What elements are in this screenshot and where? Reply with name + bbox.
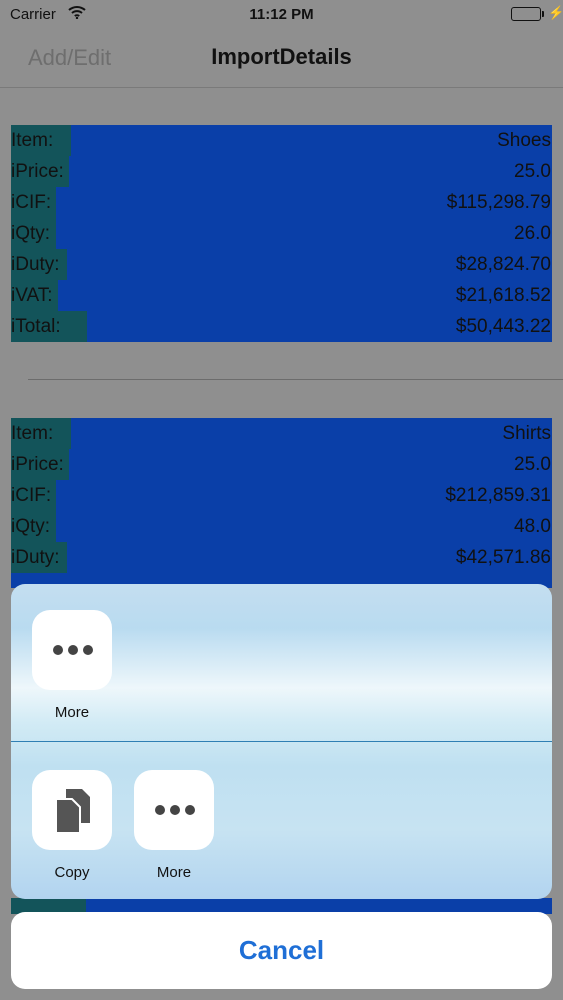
copy-icon: [55, 789, 90, 834]
record-row: iCIF: $212,859.31: [11, 480, 552, 511]
action-label: More: [54, 704, 90, 721]
record-separator: [28, 379, 563, 380]
row-value: 25.0: [514, 454, 551, 475]
row-value: $42,571.86: [455, 547, 551, 568]
row-label: iDuty:: [11, 542, 67, 573]
battery-icon: [511, 7, 541, 21]
cancel-button[interactable]: Cancel: [11, 912, 552, 989]
row-label: iCIF:: [11, 480, 56, 511]
record-row: iDuty: $42,571.86: [11, 542, 552, 573]
row-value: Shoes: [497, 130, 551, 151]
copy-tile[interactable]: [32, 770, 112, 850]
row-label: iPrice:: [11, 156, 69, 187]
row-value: 25.0: [514, 161, 551, 182]
status-bar: Carrier 11:12 PM ⚡: [0, 0, 563, 30]
row-value: $28,824.70: [455, 254, 551, 275]
row-value: $21,618.52: [455, 285, 551, 306]
row-label: iPrice:: [11, 449, 69, 480]
row-label: iDuty:: [11, 249, 67, 280]
action-label: Copy: [54, 864, 90, 881]
row-label: Item:: [11, 125, 71, 156]
status-time: 11:12 PM: [249, 6, 314, 23]
page-title: ImportDetails: [211, 44, 352, 69]
record-row: iQty: 48.0: [11, 511, 552, 542]
import-record-card[interactable]: Item: Shoes iPrice: 25.0 iCIF: $115,298.…: [11, 125, 552, 342]
row-label: iVAT:: [11, 280, 58, 311]
action-label: More: [156, 864, 192, 881]
row-label: iQty:: [11, 511, 56, 542]
row-label: iTotal:: [11, 311, 87, 342]
row-value: $50,443.22: [455, 316, 551, 337]
share-more-button[interactable]: More: [32, 610, 112, 721]
import-record-card[interactable]: Item: Shirts iPrice: 25.0 iCIF: $212,859…: [11, 418, 552, 588]
record-row: iQty: 26.0: [11, 218, 552, 249]
record-row: iVAT: $21,618.52: [11, 280, 552, 311]
navigation-bar: Add/Edit ImportDetails: [0, 30, 563, 88]
row-value: 26.0: [514, 223, 551, 244]
activity-more-button[interactable]: More: [134, 770, 214, 881]
record-row: Item: Shoes: [11, 125, 552, 156]
sheet-row-divider: [11, 741, 552, 742]
row-value: Shirts: [502, 423, 551, 444]
row-value: $115,298.79: [446, 192, 551, 213]
record-row: iPrice: 25.0: [11, 156, 552, 187]
record-row: iCIF: $115,298.79: [11, 187, 552, 218]
more-icon: [53, 645, 93, 655]
share-sheet: More Copy More: [11, 584, 552, 899]
record-row: iPrice: 25.0: [11, 449, 552, 480]
more-tile[interactable]: [32, 610, 112, 690]
row-label: iQty:: [11, 218, 56, 249]
row-label: Item:: [11, 418, 71, 449]
record-row: iTotal: $50,443.22: [11, 311, 552, 342]
record-row: Item: Shirts: [11, 418, 552, 449]
record-row: iDuty: $28,824.70: [11, 249, 552, 280]
row-label: iCIF:: [11, 187, 56, 218]
copy-button[interactable]: Copy: [32, 770, 112, 881]
more-icon: [155, 805, 195, 815]
battery-nub: [542, 11, 544, 17]
row-value: 48.0: [514, 516, 551, 537]
charging-bolt-icon: ⚡: [548, 5, 563, 20]
more-tile[interactable]: [134, 770, 214, 850]
row-value: $212,859.31: [445, 485, 551, 506]
